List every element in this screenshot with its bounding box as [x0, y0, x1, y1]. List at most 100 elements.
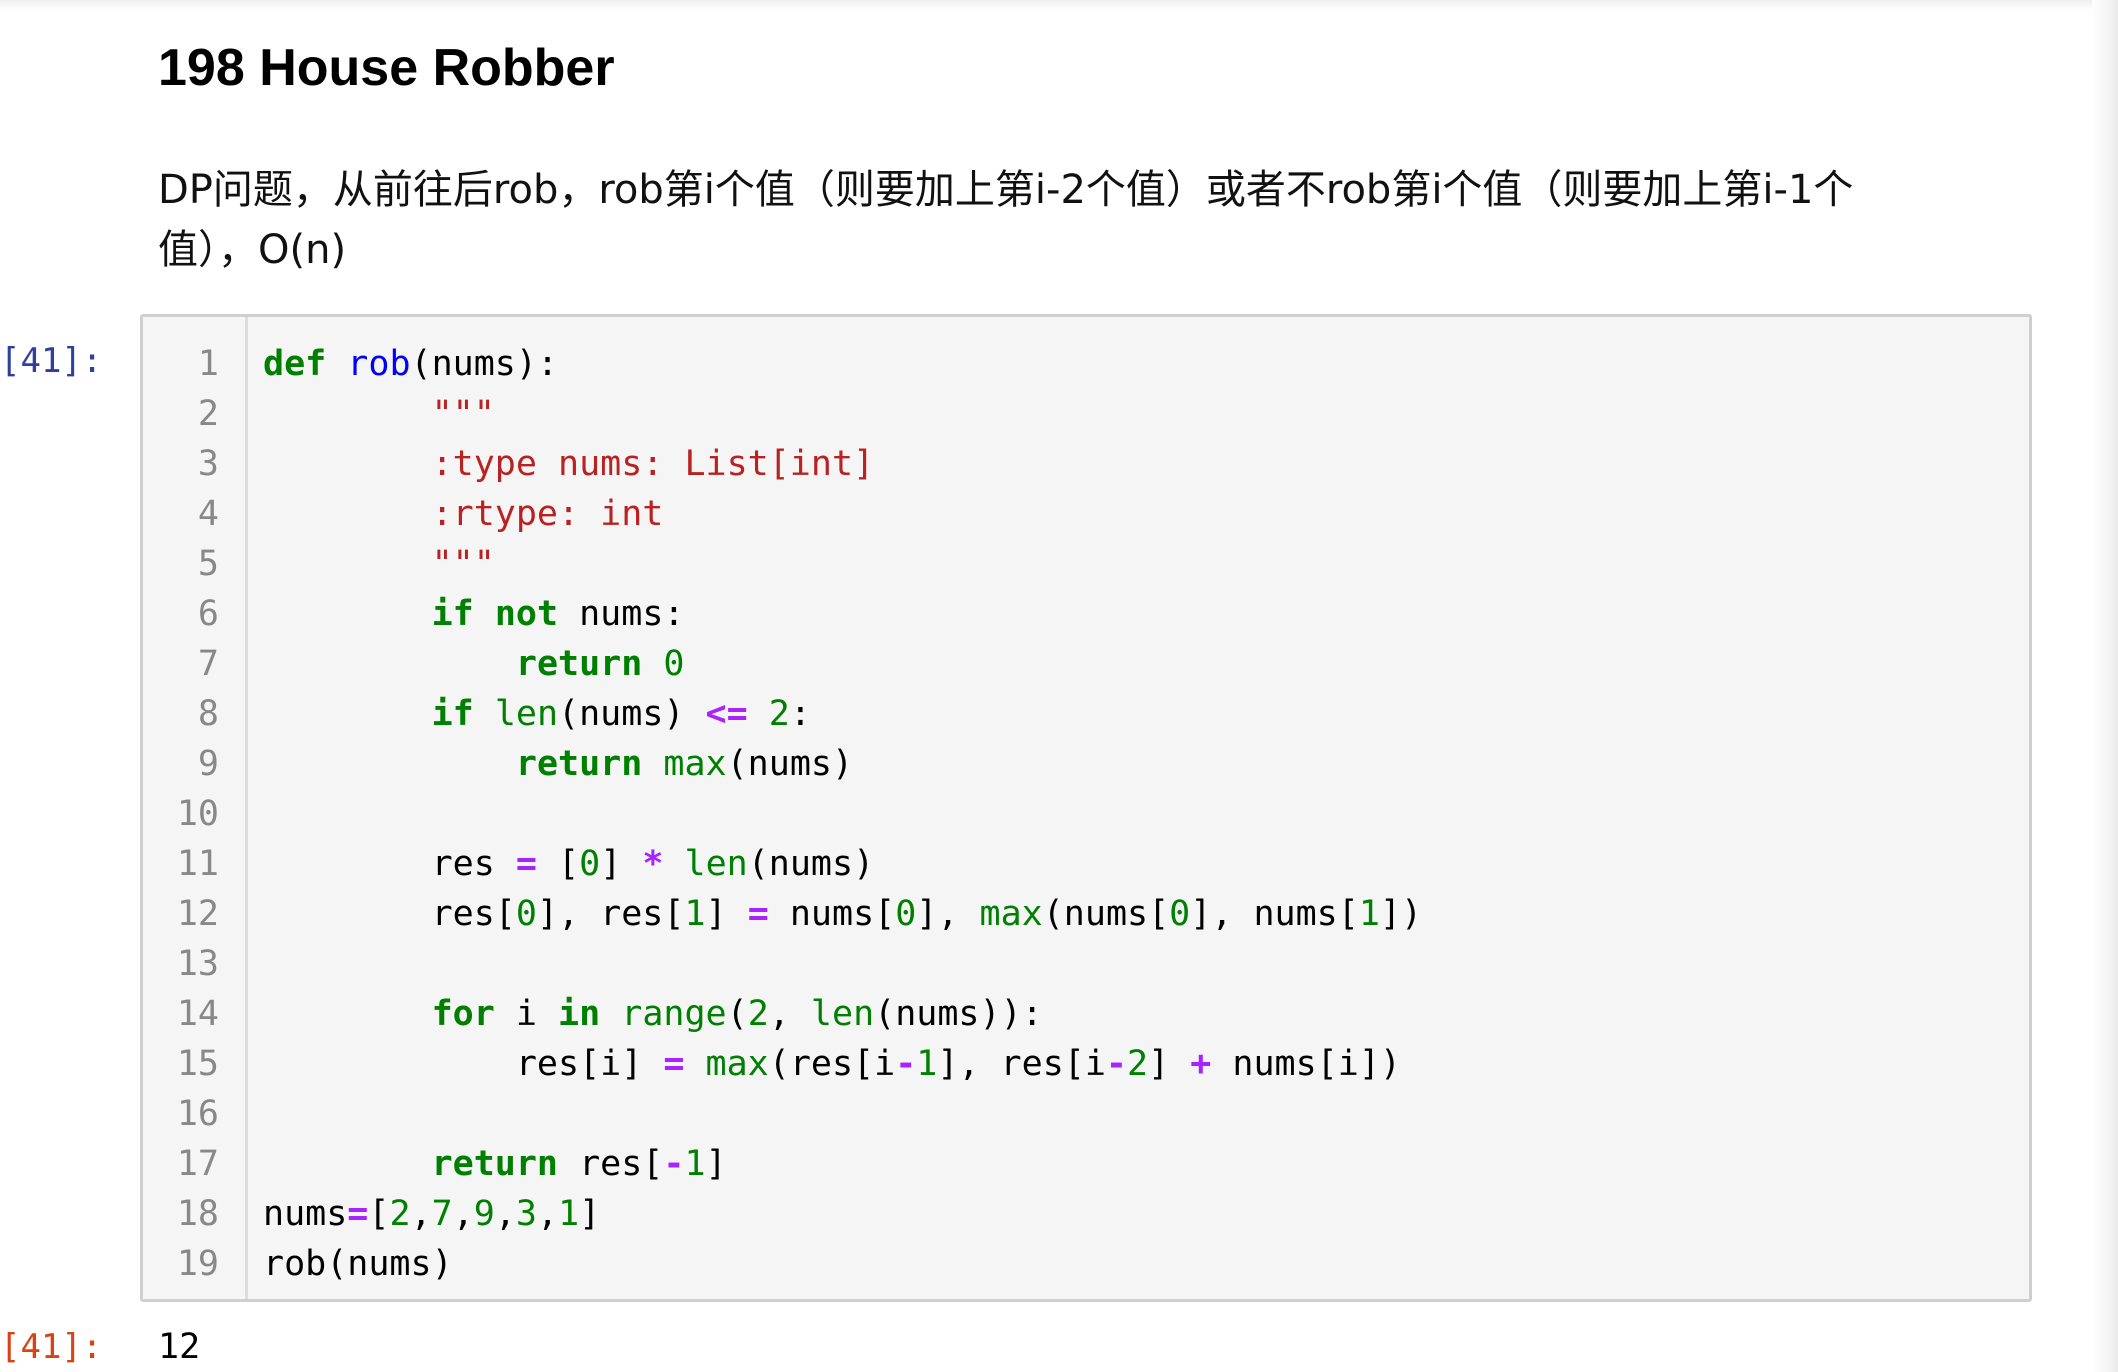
code-token: max	[979, 894, 1043, 934]
code-token: ],	[916, 894, 980, 934]
code-token: if	[431, 694, 474, 734]
code-token: -	[895, 1044, 917, 1084]
code-token: rob	[347, 344, 411, 384]
cell-heading: 198 House Robber	[158, 39, 615, 97]
line-number: 7	[197, 644, 219, 684]
code-token: nums[i])	[1211, 1044, 1401, 1084]
code-token: ], nums[	[1190, 894, 1359, 934]
line-number: 15	[176, 1044, 219, 1084]
code-token: ])	[1379, 894, 1423, 934]
code-line: return res[-1]	[263, 1139, 1422, 1189]
code-token: nums[	[768, 894, 896, 934]
line-number: 10	[176, 794, 219, 834]
line-number: 17	[176, 1144, 219, 1184]
code-token: 9	[473, 1194, 495, 1234]
code-token: ], res[i	[937, 1044, 1106, 1084]
code-token: ,	[537, 1194, 559, 1234]
code-token: for	[431, 994, 495, 1034]
code-token: [	[536, 844, 580, 884]
code-token: <=	[705, 694, 748, 734]
code-token: 2	[1127, 1044, 1149, 1084]
code-token: ,	[768, 994, 811, 1034]
code-token: res[i]	[263, 1044, 664, 1084]
code-token: res	[263, 844, 516, 884]
code-token: =	[347, 1194, 369, 1234]
code-token: 0	[1169, 894, 1191, 934]
code-token: (nums)):	[874, 994, 1043, 1034]
code-token: max	[663, 744, 727, 784]
code-token: -	[663, 1144, 685, 1184]
code-token: ]	[705, 1144, 727, 1184]
code-token: +	[1190, 1044, 1212, 1084]
output-value: 12	[158, 1327, 201, 1367]
line-number: 6	[197, 594, 219, 634]
code-token: nums:	[558, 594, 685, 634]
code-token: res[	[558, 1144, 664, 1184]
code-line: return 0	[263, 639, 1422, 689]
code-token: ], res[	[536, 894, 685, 934]
code-token: (res[i	[768, 1044, 896, 1084]
code-token: =	[515, 844, 537, 884]
code-token: return	[515, 744, 643, 784]
code-token: 0	[579, 844, 601, 884]
code-token: 0	[895, 894, 917, 934]
code-token: ]	[1148, 1044, 1191, 1084]
line-number: 2	[197, 394, 219, 434]
code-token: 2	[389, 1194, 411, 1234]
code-token: :type nums: List[int]	[431, 444, 875, 484]
code-line: if not nums:	[263, 589, 1422, 639]
line-number: 14	[176, 994, 219, 1034]
code-text[interactable]: def rob(nums): """ :type nums: List[int]…	[263, 339, 1422, 1289]
code-line: def rob(nums):	[263, 339, 1422, 389]
code-token: len	[684, 844, 748, 884]
code-editor[interactable]: 1 2 3 4 5 6 7 8 9 10 11 12 13 14 15 16 17 18 19 def rob(nu…	[140, 314, 2032, 1302]
code-token: i	[494, 994, 559, 1034]
code-token: """	[431, 394, 495, 434]
cell-description: DP问题，从前往后rob，rob第i个值（则要加上第i-2个值）或者不rob第i…	[158, 167, 1854, 273]
code-line: if len(nums) <= 2:	[263, 689, 1422, 739]
line-number: 1	[197, 344, 219, 384]
code-token: def	[263, 344, 327, 384]
line-number: 19	[176, 1244, 219, 1284]
line-numbers: 1 2 3 4 5 6 7 8 9 10 11 12 13 14 15 16 17 18 19	[143, 339, 219, 1289]
code-token: 0	[663, 644, 685, 684]
code-token: 1	[684, 894, 706, 934]
code-line: res = [0] * len(nums)	[263, 839, 1422, 889]
code-token: (nums)	[726, 744, 854, 784]
line-number: 16	[176, 1094, 219, 1134]
code-token: """	[431, 544, 495, 584]
code-line: :type nums: List[int]	[263, 439, 1422, 489]
code-token: :rtype: int	[431, 494, 664, 534]
code-token: 0	[515, 894, 537, 934]
output-prompt: [41]:	[0, 1327, 103, 1367]
code-token: range	[621, 994, 727, 1034]
code-line: rob(nums)	[263, 1239, 1422, 1289]
line-number: 13	[176, 944, 219, 984]
code-token: (nums[	[1042, 894, 1170, 934]
code-token: =	[663, 1044, 685, 1084]
code-token: =	[747, 894, 769, 934]
code-token: (	[726, 994, 748, 1034]
notebook-page: 198 House Robber DP问题，从前往后rob，rob第i个值（则要…	[0, 0, 2118, 1372]
code-line: res[i] = max(res[i-1], res[i-2] + nums[i…	[263, 1039, 1422, 1089]
markdown-cell[interactable]: 198 House Robber DP问题，从前往后rob，rob第i个值（则要…	[158, 28, 1958, 280]
code-token: len	[810, 994, 875, 1034]
scrollbar-track[interactable]	[2092, 0, 2118, 1372]
